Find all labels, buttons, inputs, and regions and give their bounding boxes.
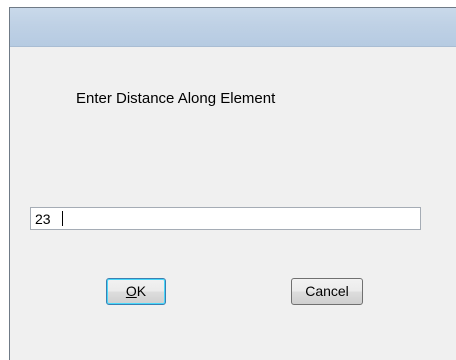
screen: Enter Distance Along Element OK Cancel bbox=[0, 0, 456, 360]
dialog-titlebar[interactable] bbox=[10, 8, 456, 47]
dialog-content: Enter Distance Along Element OK Cancel bbox=[10, 47, 456, 360]
cancel-button[interactable]: Cancel bbox=[291, 278, 363, 305]
ok-mnemonic: O bbox=[125, 283, 137, 299]
text-caret bbox=[62, 211, 63, 226]
ok-button[interactable]: OK bbox=[106, 278, 166, 305]
ok-label-rest: K bbox=[136, 283, 147, 299]
distance-dialog: Enter Distance Along Element OK Cancel bbox=[9, 7, 456, 360]
distance-input[interactable] bbox=[30, 207, 421, 230]
prompt-label: Enter Distance Along Element bbox=[76, 90, 276, 107]
